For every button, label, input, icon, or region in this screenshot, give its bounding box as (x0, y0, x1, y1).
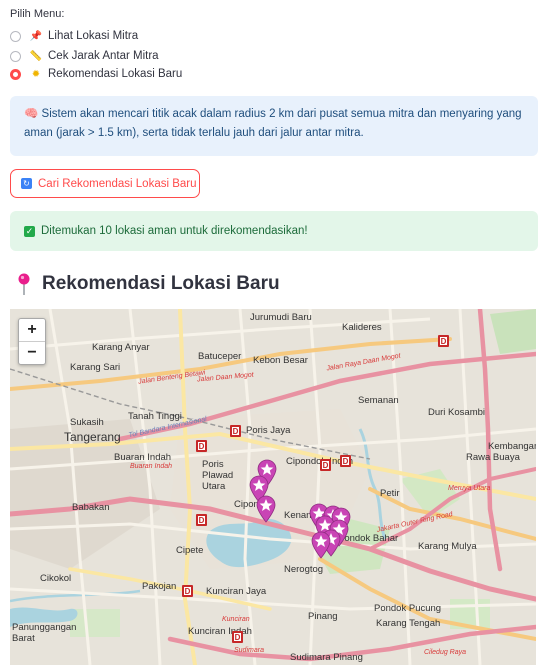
sparkle-icon: ✹ (31, 68, 41, 80)
section-heading: Rekomendasi Lokasi Baru (16, 272, 280, 296)
radio-label: Rekomendasi Lokasi Baru (48, 68, 183, 80)
radio-label: Lihat Lokasi Mitra (48, 30, 139, 42)
button-label: Cari Rekomendasi Lokasi Baru (38, 177, 197, 190)
mitra-marker[interactable]: D (182, 585, 193, 597)
mitra-marker[interactable]: D (320, 459, 331, 471)
cari-rekomendasi-button[interactable]: ↻ Cari Rekomendasi Lokasi Baru (10, 169, 200, 198)
brain-icon: 🧠 (24, 108, 39, 120)
success-alert: ✓ Ditemukan 10 lokasi aman untuk direkom… (10, 211, 538, 251)
radio-button-selected[interactable] (10, 68, 21, 80)
radio-option-lihat-lokasi-mitra[interactable]: 📌 Lihat Lokasi Mitra (10, 27, 138, 45)
recommended-location-marker[interactable] (255, 495, 277, 523)
mitra-marker[interactable]: D (196, 440, 207, 452)
zoom-out-button[interactable]: − (19, 341, 45, 364)
radio-button[interactable] (10, 50, 21, 62)
ruler-icon: 📏 (29, 50, 43, 62)
mitra-marker[interactable]: D (232, 631, 243, 643)
success-text: Ditemukan 10 lokasi aman untuk direkomen… (41, 225, 308, 237)
mitra-marker[interactable]: D (230, 425, 241, 437)
radio-label: Cek Jarak Antar Mitra (48, 50, 159, 62)
refresh-icon: ↻ (21, 178, 32, 189)
zoom-in-button[interactable]: + (19, 319, 45, 341)
recommended-location-marker[interactable] (310, 531, 332, 559)
map-view[interactable]: Jurumudi Baru Kalideres Karang Anyar Bat… (10, 309, 536, 665)
mitra-marker[interactable]: D (340, 455, 351, 467)
check-icon: ✓ (24, 225, 35, 237)
zoom-control: + − (18, 318, 46, 365)
mitra-marker[interactable]: D (438, 335, 449, 347)
map-tiles (10, 309, 536, 665)
radio-option-rekomendasi[interactable]: ✹ Rekomendasi Lokasi Baru (10, 65, 182, 83)
heading-text: Rekomendasi Lokasi Baru (42, 273, 280, 294)
pushpin-icon: 📌 (29, 30, 43, 42)
info-text: Sistem akan mencari titik acak dalam rad… (24, 108, 522, 139)
mitra-marker[interactable]: D (196, 514, 207, 526)
pin-icon (18, 273, 30, 295)
info-alert: 🧠 Sistem akan mencari titik acak dalam r… (10, 96, 538, 156)
menu-label: Pilih Menu: (10, 8, 65, 20)
radio-button[interactable] (10, 30, 21, 42)
radio-option-cek-jarak[interactable]: 📏 Cek Jarak Antar Mitra (10, 47, 159, 65)
